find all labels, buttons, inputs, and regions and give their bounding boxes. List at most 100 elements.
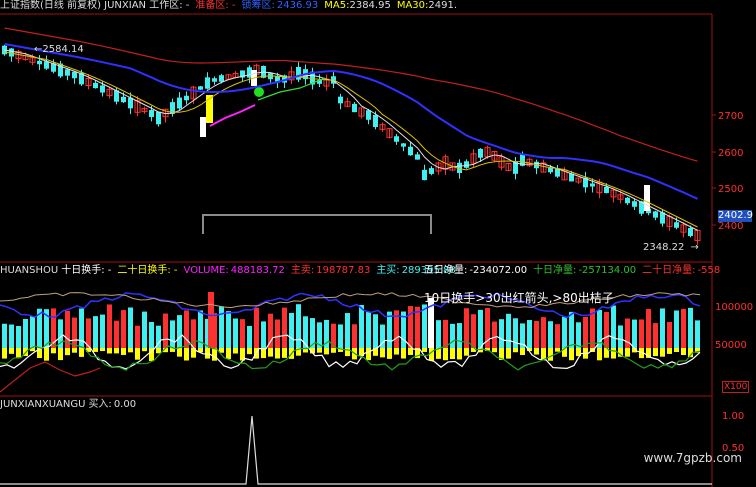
volume-tick-label: 100000 — [715, 302, 753, 313]
volume-bar — [415, 306, 420, 348]
volume-bar — [254, 307, 259, 348]
volume-bar — [555, 324, 560, 348]
volume-bar — [541, 317, 546, 348]
volume-bar-lower — [674, 348, 679, 352]
ready-label: 准备区: - — [195, 0, 236, 11]
volume-bar-lower — [212, 348, 217, 361]
volume-bar — [289, 312, 294, 348]
candle-body — [100, 85, 105, 93]
twenty-day-net-label: 二十日净量: — [642, 265, 696, 276]
ten-day-turnover: 十日换手: - — [61, 265, 112, 276]
volume-bar-lower — [366, 348, 371, 361]
volume-bar-lower — [79, 348, 84, 357]
volume-bar-lower — [128, 348, 133, 353]
volume-bar — [471, 314, 476, 348]
twenty-day-net-value: -558 — [697, 265, 721, 276]
moving-average-lines — [4, 27, 698, 231]
overlay-box — [202, 214, 432, 234]
volume-bar-lower — [268, 348, 273, 357]
mid-header-right: 五日净量: -234072.00 十日净量: -257134.00 二十日净量: -558 — [424, 265, 726, 277]
volume-bar-lower — [422, 348, 427, 352]
volume-bar — [576, 322, 581, 348]
volume-bar-lower — [65, 348, 70, 356]
ma30-value: 2491. — [428, 0, 458, 11]
price-tick-label: 2500 — [718, 184, 743, 195]
candle-body — [478, 148, 483, 158]
volume-bar-lower — [429, 348, 434, 361]
candle-body — [37, 60, 42, 65]
candle-body — [338, 96, 343, 104]
candle-body — [184, 95, 189, 101]
volume-bar — [282, 307, 287, 348]
volume-bar-lower — [464, 348, 469, 356]
volume-bar — [219, 306, 224, 348]
volume-bar — [79, 308, 84, 348]
volume-bar — [30, 316, 35, 348]
volume-bar-lower — [611, 348, 616, 359]
volume-bar-lower — [58, 348, 63, 361]
volume-bar — [100, 314, 105, 348]
candle-body — [352, 103, 357, 113]
candle-body — [205, 77, 210, 89]
xuangu-name: JUNXIANXUANGU — [0, 399, 86, 410]
five-day-net-label: 五日净量: — [424, 265, 468, 276]
candle-body — [429, 168, 434, 174]
candle-body — [93, 82, 98, 89]
volume-bar — [422, 304, 427, 348]
main-title: 上证指数(日线 前复权) JUNXIAN 工作区: - — [0, 0, 190, 11]
candle-body — [422, 169, 427, 181]
volume-bar-lower — [247, 348, 252, 355]
volume-bar-lower — [331, 348, 336, 353]
volume-bar — [149, 321, 154, 348]
volume-bar-lower — [9, 348, 14, 354]
volume-bar — [352, 324, 357, 348]
candle-body — [121, 96, 126, 103]
volume-bar-lower — [93, 348, 98, 352]
volume-bar — [72, 317, 77, 348]
volume-bar — [674, 310, 679, 348]
volume-bar — [275, 319, 280, 348]
volume-bar-lower — [100, 348, 105, 352]
volume-bar — [604, 311, 609, 348]
volume-bar — [142, 311, 147, 348]
candle-body — [212, 78, 217, 82]
volume-bar — [548, 321, 553, 348]
volume-bar — [569, 311, 574, 348]
volume-bar — [695, 320, 700, 348]
candle-body — [688, 228, 693, 236]
volume-bar-lower — [541, 348, 546, 360]
volume-bar-lower — [380, 348, 385, 358]
volume-bar-lower — [317, 348, 322, 353]
volume-bar-lower — [177, 348, 182, 357]
volume-bar — [506, 313, 511, 348]
volume-bar-lower — [282, 348, 287, 358]
volume-bar — [366, 312, 371, 348]
volume-bar — [646, 309, 651, 348]
five-day-net-value: -234072.00 — [469, 265, 528, 276]
candle-body — [65, 69, 70, 76]
candle-body — [128, 97, 133, 109]
x100-badge: X100 — [722, 381, 750, 393]
volume-bar — [208, 292, 214, 348]
volume-bar-lower — [121, 348, 126, 355]
volume-bar-lower — [107, 348, 112, 354]
volume-bar — [660, 308, 665, 348]
volume-bar-lower — [114, 348, 119, 354]
volume-bar-lower — [387, 348, 392, 359]
volume-bar — [534, 320, 539, 348]
candle-body — [604, 186, 609, 194]
lock-zone-line — [209, 104, 256, 127]
main-buy-label: 主买: — [376, 265, 400, 276]
volume-bar-lower — [569, 348, 574, 361]
volume-bar — [107, 304, 112, 348]
candle-body — [219, 75, 224, 82]
candle-body — [464, 161, 469, 168]
volume-bar-lower — [443, 348, 448, 361]
candle-body — [296, 66, 301, 80]
watermark: www.7gpzb.com — [643, 451, 742, 465]
volume-bar-lower — [184, 348, 189, 361]
volume-bar-lower — [2, 348, 7, 359]
panel-frames — [0, 13, 713, 487]
white-candle — [200, 117, 206, 137]
volume-bar — [268, 313, 273, 348]
